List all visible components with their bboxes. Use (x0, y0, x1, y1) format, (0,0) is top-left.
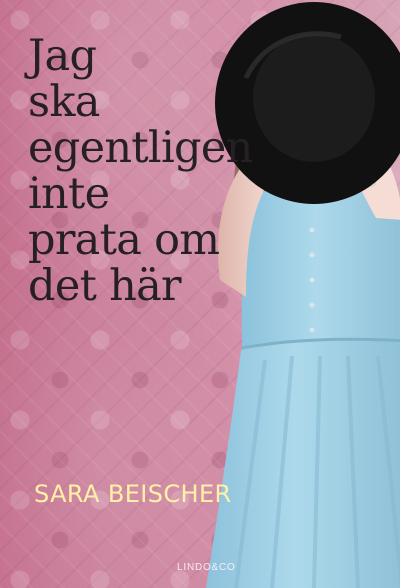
title-line-1: Jag (28, 31, 97, 81)
title-line-6: det här (28, 261, 182, 311)
title-line-3: egentligen (28, 123, 253, 173)
title-line-2: ska (28, 77, 100, 127)
author-name: SARA BEISCHER (34, 480, 232, 508)
book-cover: Jag ska egentligen inte prata om det här… (0, 0, 400, 588)
title-line-4: inte (28, 169, 110, 219)
title-line-5: prata om (28, 215, 220, 265)
book-title: Jag ska egentligen inte prata om det här (28, 33, 253, 309)
dress-skirt (206, 339, 400, 588)
publisher-logo: LINDO&CO (177, 562, 236, 573)
hat-crown-shadow (253, 34, 375, 162)
